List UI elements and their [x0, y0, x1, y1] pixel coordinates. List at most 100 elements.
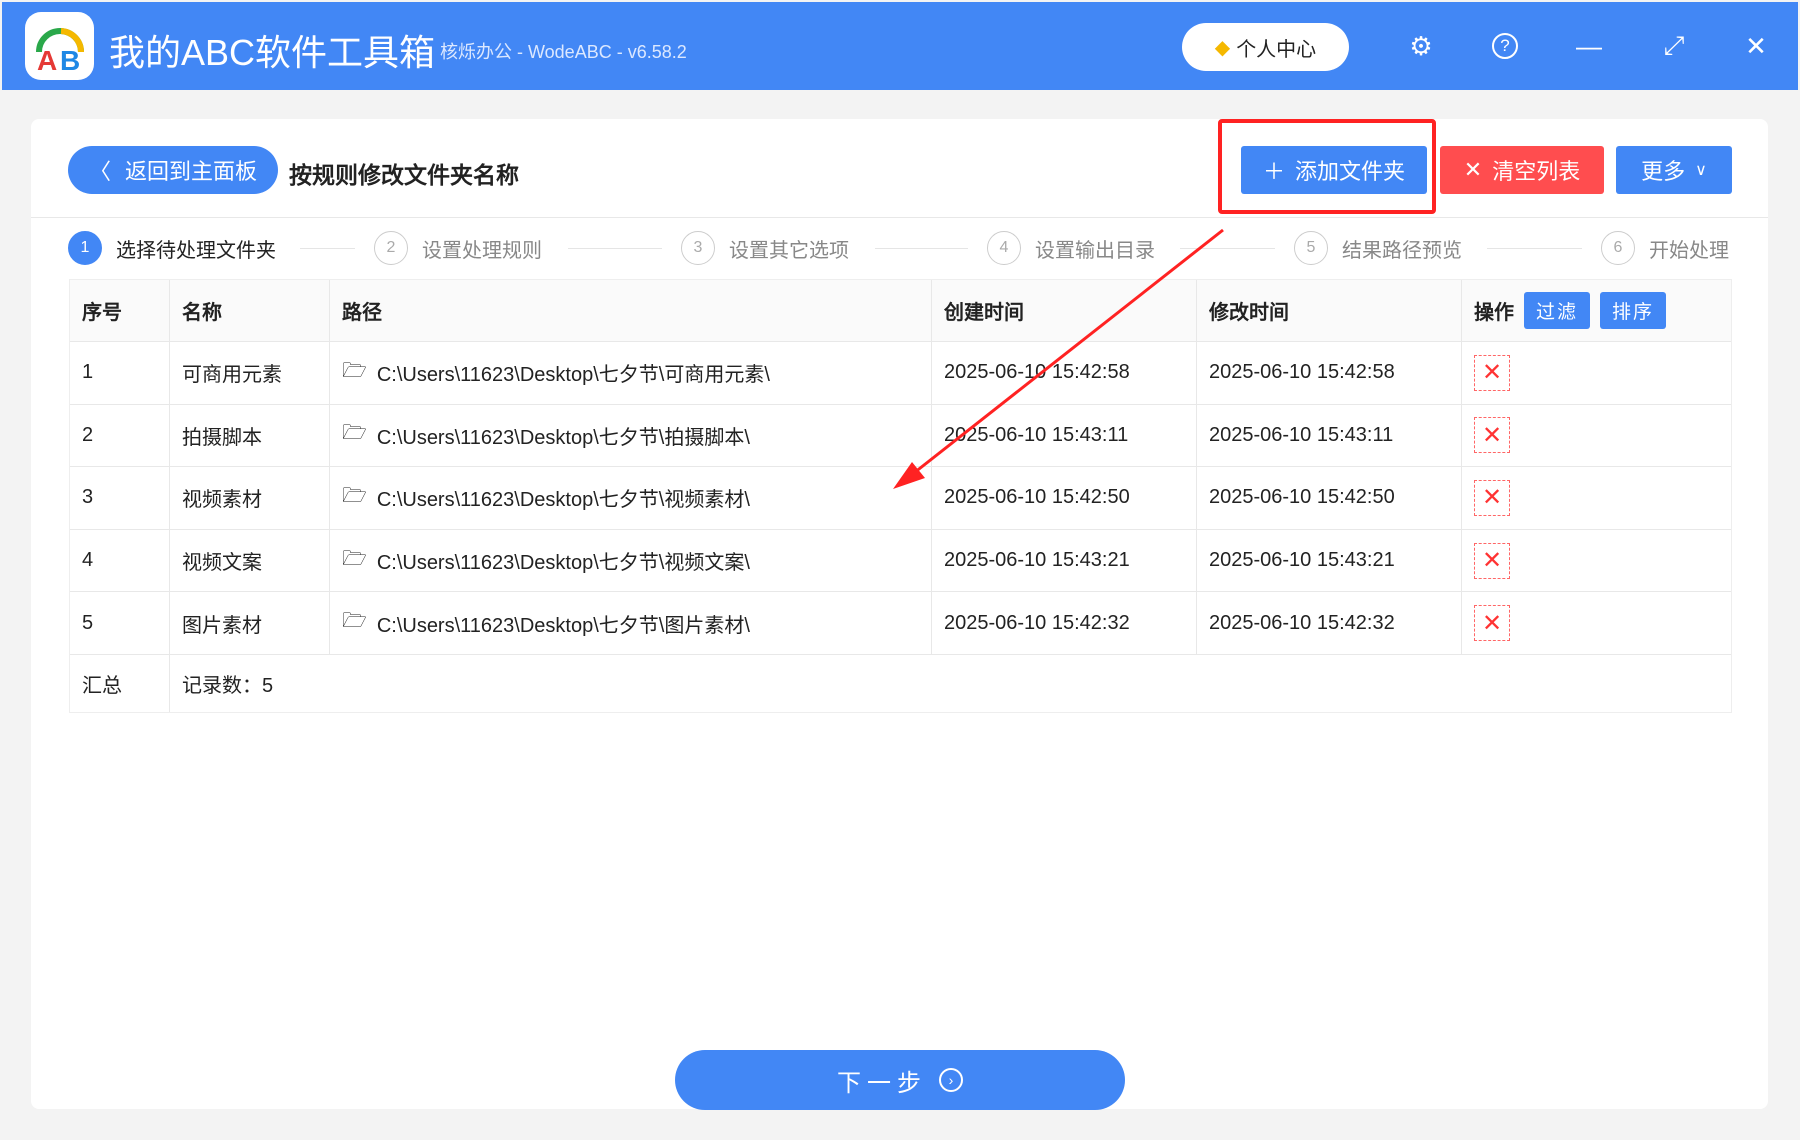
divider: [31, 217, 1768, 218]
cell-action: ✕: [1462, 530, 1731, 592]
table-row[interactable]: 2 拍摄脚本 🗁 C:\Users\11623\Desktop\七夕节\拍摄脚本\…: [70, 404, 1731, 468]
cell-created: 2025-06-10 15:42:32: [932, 592, 1197, 654]
app-subtitle: 核烁办公 - WodeABC - v6.58.2: [440, 42, 687, 62]
header-name: 名称: [170, 280, 330, 341]
back-label: 返回到主面板: [125, 159, 258, 184]
app-logo: AB: [25, 12, 94, 80]
cell-action: ✕: [1462, 592, 1731, 654]
path-text: C:\Users\11623\Desktop\七夕节\视频文案\: [376, 552, 750, 575]
close-icon[interactable]: ✕: [1738, 28, 1774, 64]
svg-text:B: B: [60, 45, 80, 76]
cell-name: 可商用元素: [170, 342, 330, 404]
step-6: 6 开始处理: [1601, 231, 1729, 265]
path-text: C:\Users\11623\Desktop\七夕节\视频素材\: [376, 489, 750, 512]
cell-modified: 2025-06-10 15:43:11: [1197, 404, 1462, 467]
maximize-icon[interactable]: ⤢: [1656, 28, 1692, 64]
cell-modified: 2025-06-10 15:43:21: [1197, 529, 1462, 592]
action-label: 操作: [1474, 302, 1514, 324]
step-label: 设置其它选项: [729, 239, 849, 262]
delete-icon[interactable]: ✕: [1474, 479, 1510, 516]
folder-icon: 🗁: [342, 484, 367, 507]
cell-name: 拍摄脚本: [170, 404, 330, 467]
table-header: 序号 名称 路径 创建时间 修改时间 操作 过滤 排序: [70, 280, 1731, 342]
step-number: 4: [987, 231, 1021, 265]
clear-list-button[interactable]: ✕ 清空列表: [1440, 146, 1604, 194]
step-number: 2: [374, 231, 408, 265]
delete-icon[interactable]: ✕: [1474, 417, 1510, 454]
step-number: 6: [1601, 231, 1635, 265]
cell-no: 1: [70, 342, 170, 404]
cell-path: 🗁 C:\Users\11623\Desktop\七夕节\可商用元素\: [330, 342, 932, 404]
cell-name: 图片素材: [170, 592, 330, 654]
sort-button[interactable]: 排序: [1600, 292, 1667, 329]
delete-icon[interactable]: ✕: [1474, 354, 1510, 391]
more-label: 更多: [1641, 159, 1686, 184]
back-to-main-button[interactable]: 〈返回到主面板: [68, 146, 278, 194]
step-label: 开始处理: [1649, 239, 1729, 262]
step-5: 5 结果路径预览: [1294, 231, 1462, 265]
cell-modified: 2025-06-10 15:42:58: [1197, 342, 1462, 404]
step-number: 5: [1294, 231, 1328, 265]
cell-no: 5: [70, 592, 170, 654]
svg-text:A: A: [37, 45, 57, 76]
next-step-button[interactable]: 下一步 ›: [675, 1050, 1125, 1110]
more-button[interactable]: 更多 ∨: [1616, 146, 1732, 194]
step-4: 4 设置输出目录: [987, 231, 1155, 265]
step-3: 3 设置其它选项: [681, 231, 849, 265]
table-row[interactable]: 1 可商用元素 🗁 C:\Users\11623\Desktop\七夕节\可商用元…: [70, 342, 1731, 405]
diamond-icon: ◆: [1214, 36, 1231, 59]
next-label: 下一步: [837, 1069, 927, 1097]
step-number: 1: [68, 231, 102, 265]
filter-button[interactable]: 过滤: [1524, 292, 1591, 329]
cell-modified: 2025-06-10 15:42:50: [1197, 467, 1462, 529]
chevron-down-icon: ∨: [1695, 162, 1707, 179]
page-title: 按规则修改文件夹名称: [289, 162, 519, 188]
step-connector: [875, 248, 968, 249]
chevron-left-icon: 〈: [88, 159, 111, 184]
minimize-icon[interactable]: —: [1571, 28, 1607, 64]
step-1: 1 选择待处理文件夹: [68, 231, 276, 265]
cell-name: 视频素材: [170, 467, 330, 529]
step-connector: [300, 248, 355, 249]
delete-icon[interactable]: ✕: [1474, 605, 1510, 642]
cell-created: 2025-06-10 15:42:58: [932, 342, 1197, 404]
folder-icon: 🗁: [342, 422, 367, 445]
summary-label: 汇总: [70, 654, 170, 712]
user-center-button[interactable]: ◆ 个人中心: [1182, 23, 1349, 71]
path-text: C:\Users\11623\Desktop\七夕节\拍摄脚本\: [376, 426, 750, 449]
cell-no: 4: [70, 529, 170, 592]
folder-icon: 🗁: [342, 547, 367, 570]
summary-row: 汇总 记录数：5: [70, 654, 1731, 712]
cell-action: ✕: [1462, 467, 1731, 529]
cell-action: ✕: [1462, 405, 1731, 467]
header-action: 操作 过滤 排序: [1462, 280, 1731, 341]
table-row[interactable]: 5 图片素材 🗁 C:\Users\11623\Desktop\七夕节\图片素材\…: [70, 592, 1731, 655]
cell-created: 2025-06-10 15:42:50: [932, 467, 1197, 529]
path-text: C:\Users\11623\Desktop\七夕节\图片素材\: [376, 614, 750, 637]
step-label: 选择待处理文件夹: [116, 239, 276, 262]
cell-name: 视频文案: [170, 529, 330, 592]
step-connector: [568, 248, 662, 249]
app-title: 我的ABC软件工具箱: [109, 32, 436, 73]
cell-created: 2025-06-10 15:43:21: [932, 529, 1197, 592]
table-row[interactable]: 3 视频素材 🗁 C:\Users\11623\Desktop\七夕节\视频素材\…: [70, 467, 1731, 530]
cell-path: 🗁 C:\Users\11623\Desktop\七夕节\视频素材\: [330, 467, 932, 529]
clear-list-label: 清空列表: [1492, 159, 1581, 184]
path-text: C:\Users\11623\Desktop\七夕节\可商用元素\: [376, 364, 770, 387]
highlight-box: [1218, 119, 1436, 214]
help-icon[interactable]: ?: [1487, 28, 1523, 64]
cell-no: 3: [70, 467, 170, 529]
step-2: 2 设置处理规则: [374, 231, 542, 265]
table-row[interactable]: 4 视频文案 🗁 C:\Users\11623\Desktop\七夕节\视频文案\…: [70, 529, 1731, 593]
x-icon: ✕: [1463, 157, 1483, 182]
step-label: 结果路径预览: [1342, 239, 1462, 262]
cell-path: 🗁 C:\Users\11623\Desktop\七夕节\图片素材\: [330, 592, 932, 654]
cell-path: 🗁 C:\Users\11623\Desktop\七夕节\视频文案\: [330, 529, 932, 592]
summary-value: 记录数：5: [182, 674, 274, 697]
cell-path: 🗁 C:\Users\11623\Desktop\七夕节\拍摄脚本\: [330, 404, 932, 467]
step-connector: [1487, 248, 1582, 249]
header-created: 创建时间: [932, 280, 1197, 341]
delete-icon[interactable]: ✕: [1474, 542, 1510, 579]
settings-icon[interactable]: ⚙: [1403, 28, 1439, 64]
cell-created: 2025-06-10 15:43:11: [932, 404, 1197, 467]
